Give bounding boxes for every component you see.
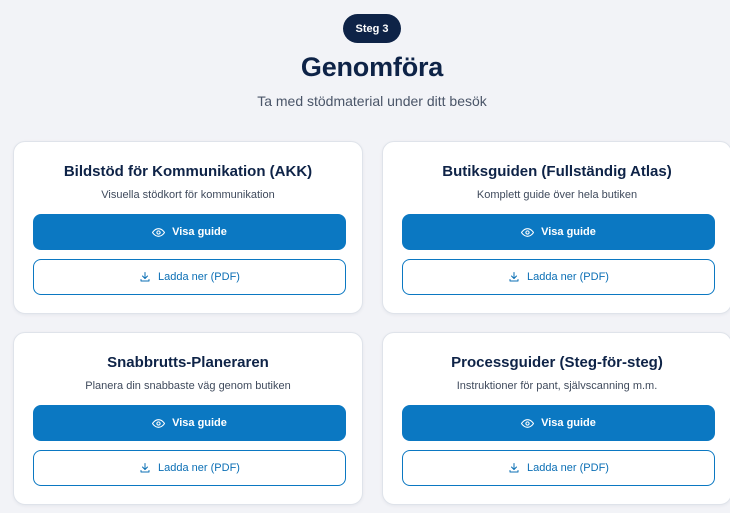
guide-card: Processguider (Steg-för-steg) Instruktio… bbox=[382, 332, 730, 505]
card-description: Komplett guide över hela butiken bbox=[476, 189, 638, 201]
view-guide-label: Visa guide bbox=[172, 226, 227, 238]
download-icon bbox=[508, 271, 520, 283]
card-title: Butiksguiden (Fullständig Atlas) bbox=[442, 163, 672, 180]
card-title: Bildstöd för Kommunikation (AKK) bbox=[63, 163, 313, 180]
download-pdf-label: Ladda ner (PDF) bbox=[158, 271, 240, 283]
download-icon bbox=[139, 271, 151, 283]
eye-icon bbox=[521, 226, 535, 239]
eye-icon bbox=[152, 417, 166, 430]
card-description: Visuella stödkort för kommunikation bbox=[101, 189, 275, 201]
card-description: Instruktioner för pant, självscanning m.… bbox=[456, 380, 658, 392]
download-pdf-button[interactable]: Ladda ner (PDF) bbox=[33, 450, 346, 486]
step-badge: Steg 3 bbox=[343, 14, 401, 43]
view-guide-label: Visa guide bbox=[172, 417, 227, 429]
view-guide-button[interactable]: Visa guide bbox=[402, 405, 715, 441]
download-pdf-label: Ladda ner (PDF) bbox=[527, 271, 609, 283]
guide-card: Butiksguiden (Fullständig Atlas) Komplet… bbox=[382, 141, 730, 314]
view-guide-label: Visa guide bbox=[541, 417, 596, 429]
download-pdf-button[interactable]: Ladda ner (PDF) bbox=[402, 450, 715, 486]
page: Steg 3 Genomföra Ta med stödmaterial und… bbox=[0, 0, 730, 513]
view-guide-button[interactable]: Visa guide bbox=[33, 405, 346, 441]
download-pdf-button[interactable]: Ladda ner (PDF) bbox=[402, 259, 715, 295]
download-pdf-label: Ladda ner (PDF) bbox=[158, 462, 240, 474]
view-guide-button[interactable]: Visa guide bbox=[33, 214, 346, 250]
view-guide-label: Visa guide bbox=[541, 226, 596, 238]
card-description: Planera din snabbaste väg genom butiken bbox=[85, 380, 291, 392]
download-icon bbox=[139, 462, 151, 474]
view-guide-button[interactable]: Visa guide bbox=[402, 214, 715, 250]
download-pdf-label: Ladda ner (PDF) bbox=[527, 462, 609, 474]
guide-card: Snabbrutts-Planeraren Planera din snabba… bbox=[13, 332, 363, 505]
eye-icon bbox=[152, 226, 166, 239]
guide-card: Bildstöd för Kommunikation (AKK) Visuell… bbox=[13, 141, 363, 314]
card-title: Processguider (Steg-för-steg) bbox=[451, 354, 663, 371]
download-pdf-button[interactable]: Ladda ner (PDF) bbox=[33, 259, 346, 295]
download-icon bbox=[508, 462, 520, 474]
eye-icon bbox=[521, 417, 535, 430]
page-subtitle: Ta med stödmaterial under ditt besök bbox=[257, 93, 487, 109]
card-title: Snabbrutts-Planeraren bbox=[107, 354, 269, 371]
page-title: Genomföra bbox=[300, 52, 444, 82]
